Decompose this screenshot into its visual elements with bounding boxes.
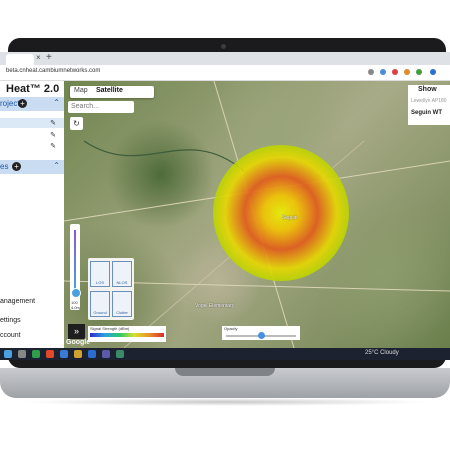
- legend-color-bar: [90, 333, 164, 337]
- opacity-label: Opacity: [224, 326, 238, 331]
- taskbar-app-icon[interactable]: [88, 350, 96, 358]
- map-type-satellite-button[interactable]: Satellite: [96, 87, 123, 94]
- slider-track[interactable]: [74, 230, 76, 290]
- tab-strip: × +: [0, 52, 450, 65]
- site-panel: Show Lewellyn AP180 Seguin WT: [408, 85, 450, 125]
- refresh-icon[interactable]: ↻: [70, 117, 83, 130]
- laptop-notch: [175, 368, 275, 376]
- taskbar-app-icon[interactable]: [74, 350, 82, 358]
- taskbar-app-icon[interactable]: [18, 350, 26, 358]
- sites-section-header[interactable]: es + ⌃: [0, 160, 64, 174]
- map-place-label: Vogel Elementary: [195, 303, 235, 309]
- laptop-shadow: [20, 398, 430, 406]
- browser-tab[interactable]: [6, 54, 34, 65]
- selected-project-row[interactable]: ✎: [0, 118, 64, 128]
- nlos-button[interactable]: NLOS: [112, 261, 132, 287]
- address-bar[interactable]: beta.cnheat.cambiumnetworks.com: [0, 65, 450, 81]
- analysis-tools: LOS NLOS Ground Clutter: [88, 258, 134, 320]
- project-section-header[interactable]: roject + ⌃: [0, 97, 64, 111]
- map-type-control: Map Satellite: [70, 86, 154, 98]
- nlos-label: NLOS: [116, 280, 128, 285]
- taskbar-app-icon[interactable]: [46, 350, 54, 358]
- ground-label: Ground: [93, 310, 107, 315]
- slider-min-label: 4.0m: [71, 305, 80, 310]
- extension-icon[interactable]: [416, 69, 422, 75]
- close-tab-icon[interactable]: ×: [36, 53, 41, 62]
- taskbar-app-icon[interactable]: [60, 350, 68, 358]
- add-project-icon[interactable]: +: [18, 99, 27, 108]
- collapse-panel-icon[interactable]: »: [68, 324, 85, 339]
- chevron-up-icon[interactable]: ⌃: [53, 98, 60, 107]
- url-text[interactable]: beta.cnheat.cambiumnetworks.com: [6, 68, 100, 74]
- edit-icon[interactable]: ✎: [50, 142, 56, 150]
- slider-handle[interactable]: [71, 288, 81, 298]
- edit-icon[interactable]: ✎: [50, 119, 56, 127]
- los-label: LOS: [95, 280, 104, 285]
- add-site-icon[interactable]: +: [12, 162, 21, 171]
- site-ap-label[interactable]: Lewellyn AP180: [411, 98, 447, 104]
- opacity-control: Opacity: [222, 326, 300, 340]
- sidebar-link-management[interactable]: anagement: [0, 298, 35, 305]
- new-tab-icon[interactable]: +: [46, 52, 52, 63]
- extension-icon[interactable]: [404, 69, 410, 75]
- legend-title: Signal Strength (dBm): [90, 326, 130, 331]
- sidebar: Heat™ 2.0 roject + ⌃ ✎ ✎ ✎ es + ⌃ anagem…: [0, 81, 65, 348]
- profile-avatar[interactable]: [430, 69, 436, 75]
- clutter-button[interactable]: Clutter: [112, 291, 132, 317]
- taskbar-app-icon[interactable]: [102, 350, 110, 358]
- edit-icon[interactable]: ✎: [50, 131, 56, 139]
- taskbar: 25°C Cloudy: [0, 348, 450, 360]
- chevron-up-icon[interactable]: ⌃: [53, 161, 60, 170]
- site-name-label[interactable]: Seguin WT: [411, 110, 442, 116]
- ground-button[interactable]: Ground: [90, 291, 110, 317]
- map-search-input[interactable]: Search...: [68, 101, 134, 113]
- camera-icon: [221, 44, 226, 49]
- map-place-label: Seguin: [282, 215, 298, 221]
- show-button[interactable]: Show: [418, 86, 437, 93]
- start-icon[interactable]: [4, 350, 12, 358]
- app-title: Heat™ 2.0: [6, 83, 60, 95]
- opacity-handle[interactable]: [258, 332, 265, 339]
- map-type-map-button[interactable]: Map: [74, 87, 88, 94]
- clutter-label: Clutter: [116, 310, 128, 315]
- taskbar-app-icon[interactable]: [32, 350, 40, 358]
- google-logo: Google: [66, 339, 91, 346]
- extension-icon[interactable]: [392, 69, 398, 75]
- sidebar-link-account[interactable]: ccount: [0, 332, 21, 339]
- weather-widget[interactable]: 25°C Cloudy: [365, 350, 399, 356]
- taskbar-app-icon[interactable]: [116, 350, 124, 358]
- height-slider[interactable]: 100 4.0m: [70, 224, 81, 310]
- extension-icon[interactable]: [368, 69, 374, 75]
- signal-legend: Signal Strength (dBm): [88, 326, 166, 342]
- project-section-label: roject: [0, 99, 20, 108]
- los-button[interactable]: LOS: [90, 261, 110, 287]
- extension-icon[interactable]: [380, 69, 386, 75]
- sites-section-label: es: [0, 162, 9, 171]
- coverage-heatmap: [213, 145, 349, 281]
- sidebar-link-settings[interactable]: ettings: [0, 317, 21, 324]
